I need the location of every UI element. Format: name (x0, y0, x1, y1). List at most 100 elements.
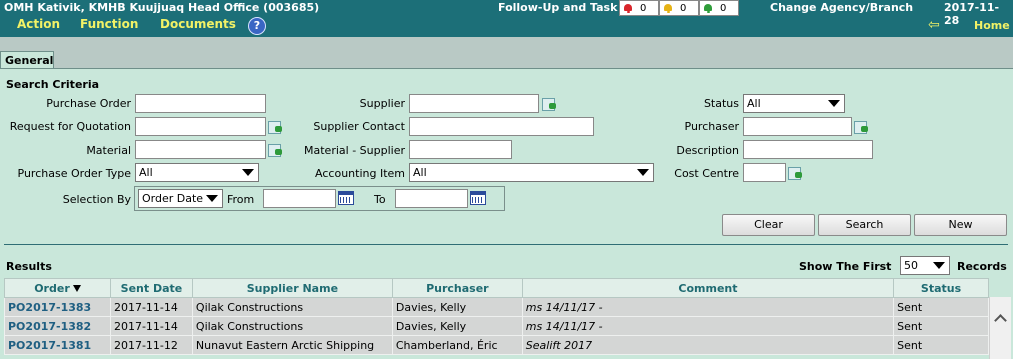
rfq-input[interactable] (135, 117, 266, 136)
purchaser-label: Purchaser (684, 120, 739, 133)
comment-cell: ms 14/11/17 - (521, 316, 895, 336)
agency-title: OMH Kativik, KMHB Kuujjuaq Head Office (… (4, 1, 320, 14)
to-date-input[interactable] (395, 189, 468, 208)
show-first-select[interactable]: 50 (900, 256, 950, 275)
table-row[interactable]: PO2017-1383 2017-11-14 Qilak Constructio… (4, 297, 989, 317)
purchase-order-input[interactable] (135, 94, 266, 113)
comment-cell: Sealift 2017 (521, 335, 895, 355)
search-criteria-title: Search Criteria (6, 78, 100, 91)
purchaser-cell: Davies, Kelly (391, 297, 523, 317)
new-button[interactable]: New (914, 214, 1007, 236)
status-value: All (747, 97, 761, 110)
sent-date-cell: 2017-11-12 (109, 335, 193, 355)
order-link[interactable]: PO2017-1382 (4, 316, 111, 336)
red-counter[interactable]: 0 (619, 0, 659, 16)
show-first-label: Show The First (799, 260, 892, 273)
supplier-cell: Nunavut Eastern Arctic Shipping (191, 335, 393, 355)
status-select[interactable]: All (743, 94, 845, 113)
material-supplier-input[interactable] (409, 140, 512, 159)
followup-counters: 0 0 0 (619, 0, 739, 16)
tab-strip: General (0, 37, 1013, 69)
purchaser-input[interactable] (743, 117, 852, 136)
from-calendar-icon[interactable] (338, 191, 354, 205)
table-row[interactable]: PO2017-1382 2017-11-14 Qilak Constructio… (4, 316, 989, 336)
table-row[interactable]: PO2017-1381 2017-11-12 Nunavut Eastern A… (4, 335, 989, 355)
selection-by-value: Order Date (142, 192, 204, 205)
menu-documents[interactable]: Documents (160, 17, 248, 31)
green-count: 0 (720, 2, 727, 14)
column-purchaser[interactable]: Purchaser (391, 278, 523, 298)
selection-by-select[interactable]: Order Date (138, 189, 223, 208)
order-link[interactable]: PO2017-1383 (4, 297, 111, 317)
sent-date-cell: 2017-11-14 (109, 297, 193, 317)
supplier-lookup-icon[interactable] (542, 97, 557, 111)
purchaser-cell: Chamberland, Éric (391, 335, 523, 355)
red-bell-icon (623, 3, 634, 14)
cost-centre-lookup-icon[interactable] (788, 166, 803, 180)
column-comment[interactable]: Comment (521, 278, 895, 298)
purchaser-cell: Davies, Kelly (391, 316, 523, 336)
chevron-down-icon (206, 195, 218, 202)
description-input[interactable] (743, 140, 873, 159)
purchaser-lookup-icon[interactable] (854, 120, 869, 134)
to-calendar-icon[interactable] (470, 191, 486, 205)
chevron-down-icon (828, 100, 840, 107)
column-status[interactable]: Status (893, 278, 989, 298)
supplier-input[interactable] (409, 94, 539, 113)
column-supplier-name[interactable]: Supplier Name (191, 278, 393, 298)
green-bell-icon (703, 3, 714, 14)
red-count: 0 (640, 2, 647, 14)
supplier-cell: Qilak Constructions (191, 316, 393, 336)
description-label: Description (676, 144, 739, 157)
search-button[interactable]: Search (818, 214, 911, 236)
material-input[interactable] (135, 140, 266, 159)
change-agency-link[interactable]: Change Agency/Branch (770, 1, 913, 14)
po-type-value: All (139, 166, 153, 179)
po-type-select[interactable]: All (135, 163, 259, 182)
from-label: From (227, 193, 255, 206)
comment-cell: ms 14/11/17 - (521, 297, 895, 317)
yellow-bell-icon (663, 3, 674, 14)
help-icon[interactable]: ? (248, 17, 266, 35)
yellow-count: 0 (680, 2, 687, 14)
results-table: Order Sent Date Supplier Name Purchaser … (4, 278, 989, 355)
cost-centre-input[interactable] (743, 163, 786, 182)
chevron-down-icon (933, 262, 945, 269)
status-label: Status (703, 97, 739, 110)
purchase-order-label: Purchase Order (46, 97, 131, 110)
column-order[interactable]: Order (4, 278, 111, 298)
green-counter[interactable]: 0 (699, 0, 739, 16)
rfq-label: Request for Quotation (9, 120, 131, 133)
table-header-row: Order Sent Date Supplier Name Purchaser … (4, 278, 989, 298)
accounting-item-value: All (413, 166, 427, 179)
clear-button[interactable]: Clear (722, 214, 815, 236)
scroll-up-icon[interactable] (995, 314, 1006, 325)
results-scrollbar[interactable] (989, 297, 1011, 359)
back-arrow-icon[interactable]: ⇦ (928, 18, 940, 32)
status-cell: Sent (893, 316, 989, 336)
home-link[interactable]: Home (974, 19, 1010, 32)
order-link[interactable]: PO2017-1381 (4, 335, 111, 355)
results-title: Results (6, 260, 52, 273)
column-sent-date[interactable]: Sent Date (109, 278, 193, 298)
menu-action[interactable]: Action (17, 17, 80, 31)
top-bar: OMH Kativik, KMHB Kuujjuaq Head Office (… (0, 0, 1013, 37)
sort-descending-icon (72, 284, 81, 292)
to-label: To (374, 193, 386, 206)
records-label: Records (957, 260, 1007, 273)
yellow-counter[interactable]: 0 (659, 0, 699, 16)
supplier-contact-input[interactable] (409, 117, 594, 136)
po-type-label: Purchase Order Type (17, 167, 131, 180)
accounting-item-select[interactable]: All (409, 163, 654, 182)
status-cell: Sent (893, 335, 989, 355)
supplier-contact-label: Supplier Contact (313, 120, 405, 133)
selection-by-label: Selection By (62, 193, 131, 206)
tab-general[interactable]: General (0, 51, 54, 69)
from-date-input[interactable] (263, 189, 336, 208)
sent-date-cell: 2017-11-14 (109, 316, 193, 336)
menu-function[interactable]: Function (80, 17, 160, 31)
supplier-cell: Qilak Constructions (191, 297, 393, 317)
followup-label[interactable]: Follow-Up and Task (498, 1, 617, 14)
show-first-value: 50 (904, 259, 918, 272)
tab-divider (0, 68, 1013, 69)
